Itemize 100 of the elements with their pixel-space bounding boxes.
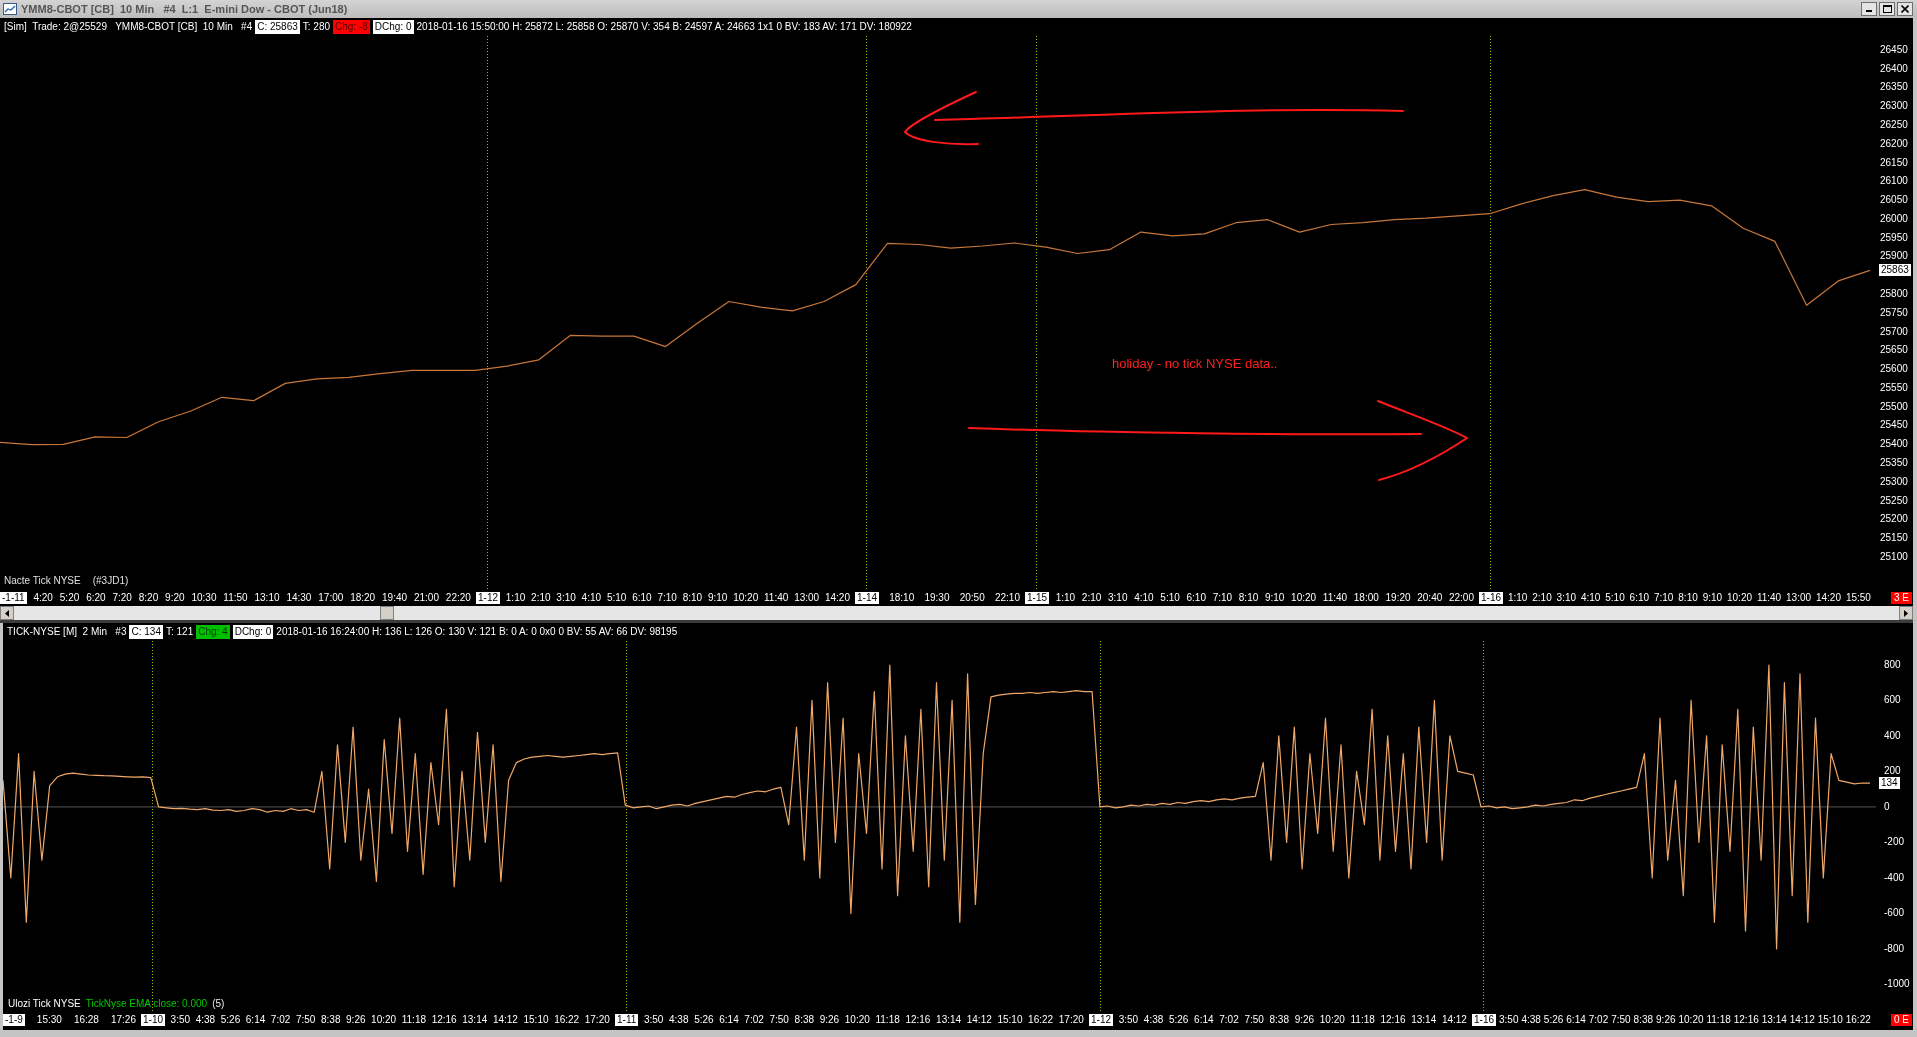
time-label: 10:20: [1727, 593, 1752, 603]
quote-text: TICK-NYSE [M] 2 Min #3: [7, 627, 127, 637]
axis-label: -800: [1884, 943, 1904, 954]
time-label: 22:20: [445, 593, 471, 603]
legend-text: Ulozi Tick NYSE: [8, 999, 81, 1009]
axis-label: -200: [1884, 837, 1904, 848]
axis-label: 25950: [1880, 232, 1908, 243]
left-triangle-icon: [5, 609, 9, 617]
legend-text: (#3JD1): [92, 576, 129, 586]
time-label: 6:14: [1194, 1015, 1214, 1025]
minimize-icon: [1866, 10, 1872, 12]
time-label: 3:10: [556, 593, 576, 603]
time-label: 3:50: [1118, 1015, 1139, 1025]
time-label: 6:14: [245, 1015, 266, 1025]
date-label: 1-16: [1472, 1014, 1496, 1026]
axis-label: 25800: [1880, 289, 1908, 300]
quote-text: T: 280: [302, 22, 331, 32]
time-label: 7:50: [1244, 1015, 1264, 1025]
axis-label: 25400: [1880, 439, 1908, 450]
time-label: 12:16: [1380, 1015, 1406, 1025]
axis-label: -600: [1884, 908, 1904, 919]
maximize-icon: [1882, 5, 1892, 13]
time-label: 4:10: [1580, 593, 1601, 603]
time-label: 14:30: [286, 593, 312, 603]
time-label: 17:20: [584, 1015, 610, 1025]
last-price-tag: 25863: [1879, 264, 1911, 277]
scrollbar-thumb[interactable]: [380, 606, 394, 620]
time-label: 19:40: [382, 593, 408, 603]
time-label: 5:26: [1543, 1015, 1564, 1025]
axis-label: 25650: [1880, 345, 1908, 356]
time-label: 12:16: [431, 1015, 457, 1025]
change-tag: Chg: 4: [196, 625, 230, 639]
minimize-button[interactable]: [1861, 2, 1877, 16]
time-label: 5:10: [1160, 593, 1180, 603]
time-label: 10:20: [1291, 593, 1317, 603]
time-label: 19:20: [1385, 593, 1411, 603]
time-label: 12:16: [1733, 1015, 1759, 1025]
time-label: 2:10: [531, 593, 551, 603]
time-label: 15:10: [1817, 1015, 1843, 1025]
time-label: 4:20: [33, 593, 53, 603]
time-label: 11:40: [1756, 593, 1782, 603]
time-label: 17:00: [318, 593, 344, 603]
time-label: 12:16: [905, 1015, 931, 1025]
time-label: 6:14: [719, 1015, 739, 1025]
quote-tag: C: 25863: [255, 20, 300, 34]
time-label: 20:50: [959, 593, 985, 603]
time-label: 1:10: [1507, 593, 1528, 603]
time-label: 22:00: [1448, 593, 1474, 603]
time-label: 6:10: [1629, 593, 1650, 603]
date-label: 1-15: [1025, 592, 1049, 604]
time-label: 7:02: [270, 1015, 291, 1025]
time-label: 13:14: [462, 1015, 488, 1025]
close-button[interactable]: [1897, 2, 1913, 16]
time-label: 13:10: [254, 593, 280, 603]
time-label: 5:26: [1168, 1015, 1189, 1025]
time-label: 7:02: [1219, 1015, 1239, 1025]
date-label: 1-12: [476, 592, 500, 604]
axis-label: 26100: [1880, 176, 1908, 187]
quote-text: 2018-01-16 16:24:00 H: 136 L: 126 O: 130 V: 121 B: 0 A: 0 0x0 0 BV: 55 AV: 66 DV: 98195: [276, 627, 678, 637]
quote-text: T: 121: [165, 627, 194, 637]
axis-label: 26050: [1880, 195, 1908, 206]
time-label: 8:20: [138, 593, 159, 603]
axis-label: -400: [1884, 872, 1904, 883]
axis-label: 25350: [1880, 458, 1908, 469]
time-label: 16:22: [1845, 1015, 1871, 1025]
time-label: 7:50: [295, 1015, 316, 1025]
quote-text: [Sim] Trade: 2@25529 YMM8-CBOT [CB] 10 Min #4: [4, 22, 253, 32]
time-label: 15:10: [997, 1015, 1023, 1025]
time-label: 7:50: [1611, 1015, 1631, 1025]
axis-label: 25150: [1880, 533, 1908, 544]
axis-label: 25900: [1880, 251, 1908, 262]
maximize-button[interactable]: [1879, 2, 1895, 16]
time-label: 6:20: [86, 593, 106, 603]
axis-label: 25300: [1880, 476, 1908, 487]
time-label: 14:20: [824, 593, 850, 603]
time-label: 3:10: [1108, 593, 1128, 603]
time-label: 14:12: [1441, 1015, 1467, 1025]
time-label: 8:10: [1678, 593, 1698, 603]
axis-label: 25700: [1880, 326, 1908, 337]
time-label: 5:26: [220, 1015, 241, 1025]
status-badge: 0 E: [1891, 1014, 1912, 1026]
time-label: 3:50: [643, 1015, 664, 1025]
time-label: 9:26: [1656, 1015, 1676, 1025]
axis-label: 26000: [1880, 213, 1908, 224]
time-label: 21:00: [413, 593, 439, 603]
quote-tag: DChg: 0: [232, 625, 274, 639]
axis-label: 0: [1884, 801, 1890, 812]
time-label: 13:14: [1761, 1015, 1787, 1025]
time-label: 16:22: [554, 1015, 580, 1025]
time-label: 8:10: [682, 593, 703, 603]
quote-text: 2018-01-16 15:50:00 H: 25872 L: 25858 O: 25870 V: 354 B: 24597 A: 24663 1x1 0 BV: 183 AV: 171 DV: 180922: [416, 22, 912, 32]
axis-label: 25550: [1880, 382, 1908, 393]
time-label: 18:20: [350, 593, 376, 603]
time-label: 4:38: [669, 1015, 689, 1025]
axis-label: 26150: [1880, 157, 1908, 168]
time-label: 11:18: [1706, 1015, 1731, 1025]
scroll-right-button[interactable]: [1899, 606, 1913, 620]
time-label: 4:38: [195, 1015, 216, 1025]
time-label: 9:20: [165, 593, 185, 603]
scroll-left-button[interactable]: [0, 606, 14, 620]
